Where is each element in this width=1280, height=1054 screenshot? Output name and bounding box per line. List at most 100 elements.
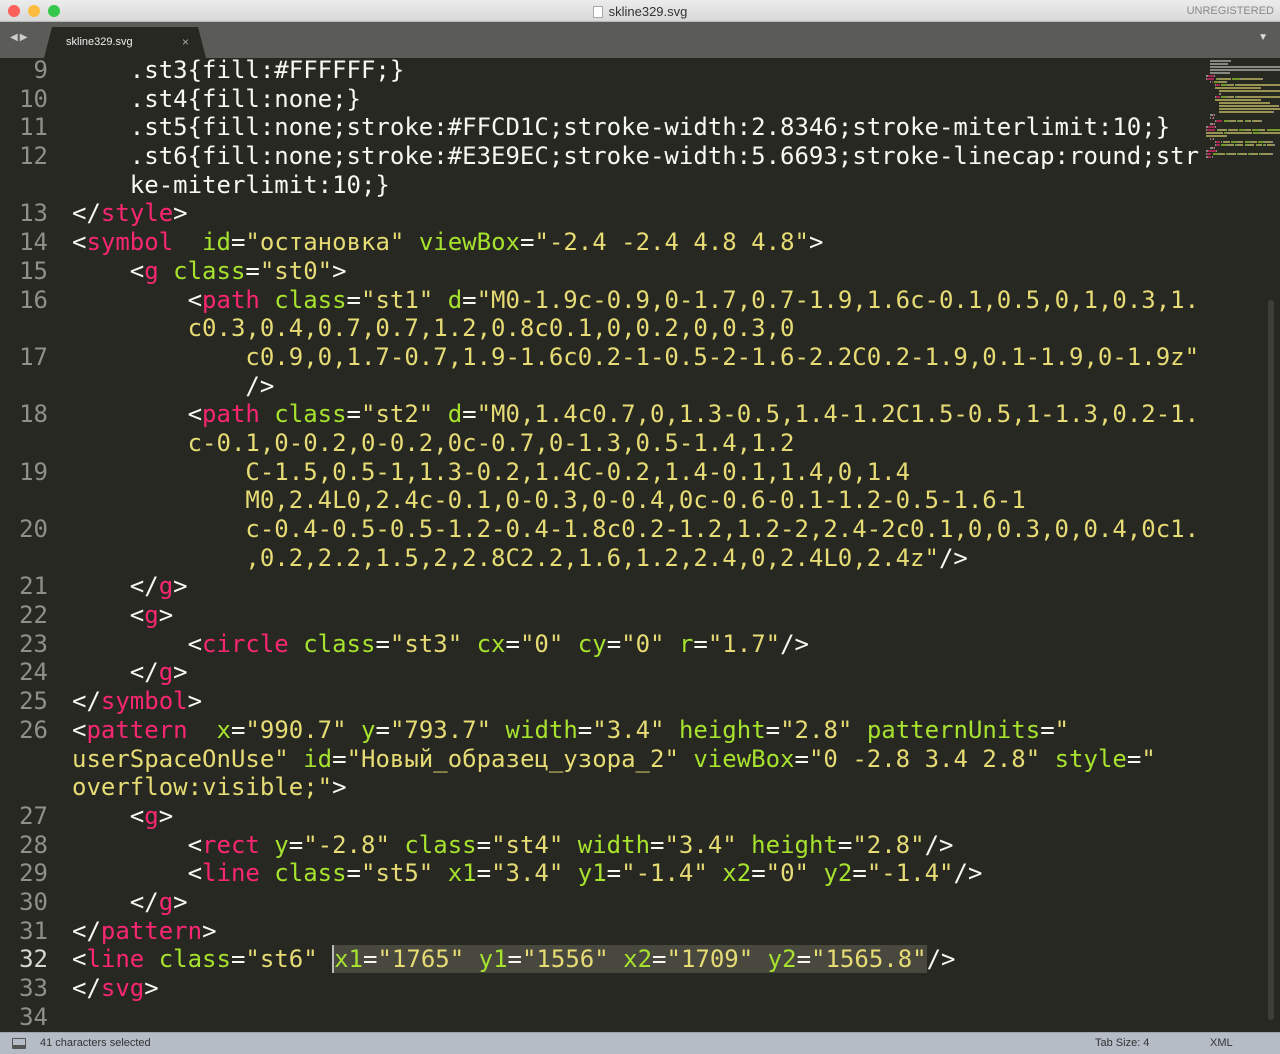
tab-size-button[interactable]: Tab Size: 4 xyxy=(1095,1037,1149,1049)
tab-close-icon[interactable]: × xyxy=(182,35,189,49)
code-token: /> xyxy=(780,629,810,658)
line-number: 29 xyxy=(19,859,48,888)
code-line[interactable]: 30 </g> xyxy=(0,888,1200,917)
code-token: x1 xyxy=(447,859,477,888)
code-line[interactable]: 22 <g> xyxy=(0,601,1200,630)
code-token: width xyxy=(577,830,651,859)
tab-navigation-arrows-icon[interactable]: ◀▶ xyxy=(10,32,29,43)
code-line[interactable]: 14 <symbol id="остановка" viewBox="-2.4 -… xyxy=(0,228,1200,257)
code-line[interactable]: 20 c-0.4-0.5-0.5-1.2-0.4-1.8c0.2-1.2,1.2… xyxy=(0,515,1200,544)
code-token: viewBox xyxy=(418,228,520,257)
minimap-mark xyxy=(1219,90,1280,92)
code-token: = xyxy=(837,830,853,859)
code-line[interactable]: 33 </svg> xyxy=(0,974,1200,1003)
code-token: > xyxy=(173,572,188,601)
code-token: < xyxy=(187,285,203,314)
code-line[interactable]: 28 <rect y="-2.8" class="st4" width="3.4… xyxy=(0,831,1200,860)
code-text: /> xyxy=(72,372,274,401)
line-number: 9 xyxy=(33,56,48,84)
minimap-mark xyxy=(1245,129,1252,131)
code-line[interactable]: 34 xyxy=(0,1003,1200,1032)
vertical-scrollbar[interactable] xyxy=(1268,300,1274,1020)
code-token: y1 xyxy=(577,859,607,888)
code-token: svg xyxy=(100,974,145,1002)
minimap-mark xyxy=(1219,153,1225,155)
code-token: r xyxy=(678,629,694,658)
code-token: = xyxy=(375,715,390,744)
tab-menu-chevron-down-icon[interactable]: ▼ xyxy=(1258,32,1268,43)
code-line[interactable]: 11 .st5{fill:none;stroke:#FFCD1C;stroke-… xyxy=(0,113,1200,142)
code-text: <line class="st6" x1="1765" y1="1556" x2… xyxy=(72,945,956,974)
minimap-mark xyxy=(1208,150,1216,152)
code-line[interactable]: 10 .st4{fill:none;} xyxy=(0,85,1200,114)
code-text: <circle class="st3" cx="0" cy="0" r="1.7… xyxy=(72,630,809,659)
syntax-button[interactable]: XML xyxy=(1210,1037,1233,1049)
code-token: "3.4" xyxy=(592,715,665,744)
code-token: < xyxy=(129,601,145,630)
code-line[interactable]: 27 <g> xyxy=(0,802,1200,831)
code-text: <line class="st5" x1="3.4" y1="-1.4" x2=… xyxy=(72,859,983,888)
code-line[interactable]: 18 <path class="st2" d="M0,1.4c0.7,0,1.3… xyxy=(0,400,1200,429)
code-line[interactable]: userSpaceOnUse" id="Новый_образец_узора_… xyxy=(0,745,1200,774)
minimap-mark xyxy=(1212,117,1214,119)
code-line[interactable]: 21 </g> xyxy=(0,572,1200,601)
code-text: <rect y="-2.8" class="st4" width="3.4" h… xyxy=(72,830,954,860)
code-line[interactable]: 29 <line class="st5" x1="3.4" y1="-1.4" … xyxy=(0,859,1200,888)
code-line[interactable]: 26 <pattern x="990.7" y="793.7" width="3.… xyxy=(0,716,1200,745)
code-text: <g> xyxy=(72,601,173,630)
code-text: C-1.5,0.5-1,1.3-0.2,1.4C-0.2,1.4-0.1,1.4… xyxy=(72,458,910,487)
panel-toggle-icon[interactable] xyxy=(12,1038,26,1049)
code-token xyxy=(464,945,479,974)
code-line[interactable]: ke-miterlimit:10;} xyxy=(0,171,1200,200)
minimap-mark xyxy=(1253,132,1261,134)
code-line[interactable]: c0.3,0.4,0.7,0.7,1.2,0.8c0.1,0,0.2,0,0.3… xyxy=(0,314,1200,343)
code-line[interactable]: 23 <circle class="st3" cx="0" cy="0" r="… xyxy=(0,630,1200,659)
minimap-mark xyxy=(1206,135,1226,137)
tab-label: skline329.svg xyxy=(66,36,133,48)
code-token: "0" xyxy=(519,629,564,658)
code-line[interactable]: 9 .st3{fill:#FFFFFF;} xyxy=(0,56,1200,85)
code-line[interactable]: 24 </g> xyxy=(0,658,1200,687)
tab-skline329[interactable]: skline329.svg × xyxy=(44,27,206,58)
code-line[interactable]: ,0.2,2.2,1.5,2,2.8C2.2,1.6,1.2,2.4,0,2.4… xyxy=(0,544,1200,573)
code-token: /> xyxy=(926,945,956,974)
code-token: id xyxy=(303,744,333,773)
code-line[interactable]: 32 <line class="st6" x1="1765" y1="1556" … xyxy=(0,945,1200,974)
code-line[interactable]: 31 </pattern> xyxy=(0,917,1200,946)
code-token: </ xyxy=(72,974,101,1002)
code-line[interactable]: /> xyxy=(0,372,1200,401)
code-token: "2.8" xyxy=(852,830,925,859)
code-line[interactable]: 16 <path class="st1" d="M0-1.9c-0.9,0-1.… xyxy=(0,286,1200,315)
code-token: = xyxy=(577,715,593,744)
code-token: circle xyxy=(202,629,289,658)
code-line[interactable]: c-0.1,0-0.2,0-0.2,0c-0.7,0-1.3,0.5-1.4,1… xyxy=(0,429,1200,458)
code-line[interactable]: 15 <g class="st0"> xyxy=(0,257,1200,286)
code-line[interactable]: 12 .st6{fill:none;stroke:#E3E9EC;stroke-… xyxy=(0,142,1200,171)
code-text: userSpaceOnUse" id="Новый_образец_узора_… xyxy=(72,745,1156,774)
code-token: c-0.4-0.5-0.5-1.2-0.4-1.8c0.2-1.2,1.2-2,… xyxy=(72,515,1200,543)
code-token: "st6" xyxy=(245,945,318,974)
code-editor[interactable]: 9 .st3{fill:#FFFFFF;} 10 .st4{fill:none;}… xyxy=(0,56,1200,1032)
code-token: < xyxy=(129,256,145,285)
code-line[interactable]: 17 c0.9,0,1.7-0.7,1.9-1.6c0.2-1-0.5-2-1.… xyxy=(0,343,1200,372)
code-line[interactable]: 13 </style> xyxy=(0,199,1200,228)
minimap-mark xyxy=(1229,153,1236,155)
code-line[interactable]: 25 </symbol> xyxy=(0,687,1200,716)
code-line[interactable]: M0,2.4L0,2.4c-0.1,0-0.3,0-0.4,0c-0.6-0.1… xyxy=(0,486,1200,515)
code-token: userSpaceOnUse" xyxy=(72,744,289,773)
minimap-mark xyxy=(1270,141,1274,143)
code-token: c0.3,0.4,0.7,0.7,1.2,0.8c0.1,0,0.2,0,0.3… xyxy=(72,314,795,343)
code-text: .st3{fill:#FFFFFF;} xyxy=(72,56,405,85)
code-line[interactable]: 19 C-1.5,0.5-1,1.3-0.2,1.4C-0.2,1.4-0.1,… xyxy=(0,458,1200,487)
code-line[interactable]: overflow:visible;"> xyxy=(0,773,1200,802)
line-number: 13 xyxy=(19,199,48,228)
minimap-mark xyxy=(1219,105,1279,107)
code-token: path xyxy=(202,400,260,429)
